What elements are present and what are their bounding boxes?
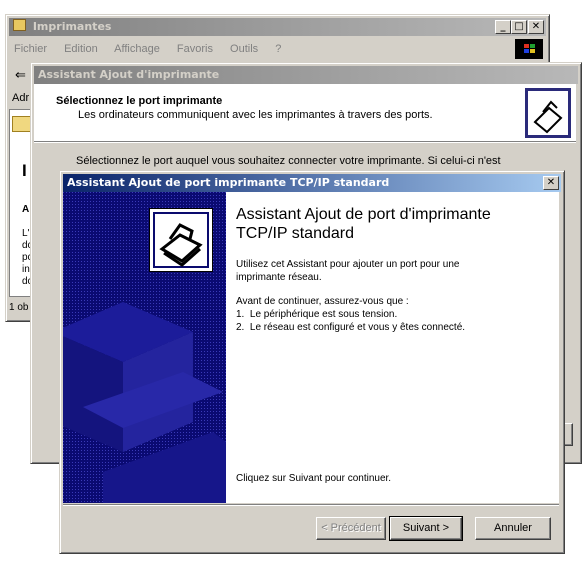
menu-fichier[interactable]: Fichier (14, 43, 47, 55)
tcpip-port-wizard-dialog: Assistant Ajout de port imprimante TCP/I… (59, 170, 565, 554)
menu-help[interactable]: ? (275, 43, 281, 55)
explorer-titlebar[interactable]: Imprimantes _ □ ✕ (9, 18, 546, 36)
tcpip-title: Assistant Ajout de port imprimante TCP/I… (67, 176, 390, 189)
wizard-body-text: Sélectionnez le port auquel vous souhait… (76, 155, 501, 167)
header-title: Sélectionnez le port imprimante (56, 95, 223, 107)
wizard-side-banner (63, 192, 226, 503)
close-button[interactable]: ✕ (528, 20, 544, 34)
minimize-button[interactable]: _ (495, 20, 511, 34)
wizard-heading: Assistant Ajout de port d'imprimante TCP… (236, 206, 491, 242)
header-subtitle: Les ordinateurs communiquent avec les im… (78, 109, 433, 121)
next-button[interactable]: Suivant > (389, 516, 463, 541)
printer-port-icon (149, 208, 213, 272)
add-printer-titlebar[interactable]: Assistant Ajout d'imprimante (34, 66, 578, 84)
checklist-item: 2. Le réseau est configuré et vous y ête… (236, 322, 466, 333)
tcpip-titlebar[interactable]: Assistant Ajout de port imprimante TCP/I… (63, 174, 561, 192)
wizard-content: Assistant Ajout de port d'imprimante TCP… (226, 192, 559, 503)
panel-subheading: A (22, 204, 30, 215)
before-label: Avant de continuer, assurez-vous que : (236, 296, 409, 307)
add-printer-title: Assistant Ajout d'imprimante (38, 68, 220, 81)
panel-text-line: in (22, 264, 30, 275)
maximize-button[interactable]: □ (511, 20, 527, 34)
header-separator (34, 141, 576, 143)
back-arrow-icon[interactable]: ⇐ (15, 67, 26, 83)
explorer-title: Imprimantes (32, 20, 112, 33)
menu-edition[interactable]: Edition (64, 43, 98, 55)
back-button[interactable]: < Précédent (316, 517, 386, 540)
menu-favoris[interactable]: Favoris (177, 43, 213, 55)
cancel-button[interactable]: Annuler (475, 517, 551, 540)
checklist-item: 1. Le périphérique est sous tension. (236, 309, 398, 320)
address-label: Adr (12, 92, 30, 104)
menu-outils[interactable]: Outils (230, 43, 258, 55)
continue-text: Cliquez sur Suivant pour continuer. (236, 473, 392, 484)
windows-logo-icon (515, 39, 543, 59)
wizard-header: Sélectionnez le port imprimante Les ordi… (34, 84, 576, 141)
intro-text: Utilisez cet Assistant pour ajouter un p… (236, 259, 460, 283)
panel-text-line: L' (22, 228, 30, 239)
menu-bar: Fichier Edition Affichage Favoris Outils… (14, 43, 295, 59)
status-bar: 1 ob (9, 302, 29, 313)
printer-folder-icon (13, 19, 26, 31)
menu-affichage[interactable]: Affichage (114, 43, 160, 55)
printer-wizard-icon (525, 88, 571, 138)
panel-heading: I (22, 161, 27, 180)
dialog-close-button[interactable]: ✕ (543, 176, 559, 190)
button-separator (63, 504, 559, 506)
